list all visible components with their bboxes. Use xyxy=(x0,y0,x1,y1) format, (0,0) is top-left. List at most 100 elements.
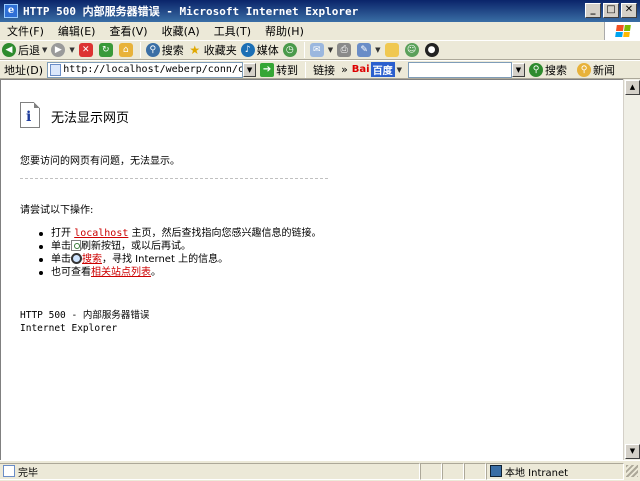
baidu-dropdown-button[interactable]: ▼ xyxy=(512,62,525,77)
list-item: 单击 刷新按钮，或以后再试。 xyxy=(39,240,322,253)
back-label: 后退 xyxy=(18,44,40,57)
forward-arrow-icon: ▶ xyxy=(51,43,66,57)
menu-edit[interactable]: 编辑(E) xyxy=(51,23,103,39)
print-button[interactable]: ⎙ xyxy=(335,41,355,59)
history-button[interactable]: ◷ xyxy=(281,41,301,59)
suggestion-text: 也可查看 xyxy=(51,267,91,278)
list-item: 也可查看相关站点列表。 xyxy=(39,266,322,279)
edit-button[interactable]: ✎ ▼ xyxy=(355,41,382,59)
ie-icon: e xyxy=(4,4,18,18)
mail-icon: ✉ xyxy=(309,43,324,57)
scroll-up-button[interactable]: ▲ xyxy=(625,80,640,95)
toolbar-separator xyxy=(139,42,141,58)
media-label: 媒体 xyxy=(256,44,279,57)
zone-text: 本地 Intranet xyxy=(505,467,569,479)
chevron-down-icon[interactable]: ▼ xyxy=(42,46,47,54)
mail-button[interactable]: ✉ ▼ xyxy=(308,41,335,59)
search-link[interactable]: 搜索 xyxy=(82,254,102,265)
toolbar-separator xyxy=(303,42,305,58)
links-button[interactable]: 链接 xyxy=(309,62,339,78)
error-description: 您要访问的网页有问题，无法显示。 xyxy=(20,156,180,167)
chevron-right-icon[interactable]: » xyxy=(339,63,350,76)
suggestion-list: 打开 localhost 主页，然后查找指向您感兴趣信息的链接。 单击 刷新按钮，… xyxy=(39,227,322,279)
status-text: 完毕 xyxy=(18,467,38,479)
address-field[interactable] xyxy=(47,61,244,78)
go-button[interactable]: 转到 xyxy=(276,62,302,78)
chevron-down-icon[interactable]: ▼ xyxy=(328,46,333,54)
search-icon: ⚲ xyxy=(529,62,543,77)
menu-help[interactable]: 帮助(H) xyxy=(258,23,311,39)
refresh-button[interactable]: ↻ xyxy=(97,41,117,59)
address-bar: 地址(D) ▼ ➔ 转到 链接 » Bai 百度 ▼ ▼ ⚲ 搜索 ⚲ 新闻 xyxy=(0,60,640,79)
baidu-search-button[interactable]: ⚲ 搜索 xyxy=(527,61,569,79)
home-icon: ⌂ xyxy=(118,43,133,57)
refresh-icon: ↻ xyxy=(98,43,113,57)
address-input[interactable] xyxy=(63,64,243,75)
error-code: HTTP 500 - 内部服务器错误 xyxy=(20,310,150,321)
list-item: 打开 localhost 主页，然后查找指向您感兴趣信息的链接。 xyxy=(39,227,322,240)
messenger-button[interactable]: ☺ xyxy=(403,41,423,59)
address-label: 地址(D) xyxy=(4,63,44,77)
menu-view[interactable]: 查看(V) xyxy=(102,23,154,39)
forward-button[interactable]: ▶ ▼ xyxy=(49,41,76,59)
search-icon: ⚲ xyxy=(145,43,160,57)
back-button[interactable]: ◀ 后退 ▼ xyxy=(0,41,49,59)
status-cell xyxy=(464,462,486,480)
favorites-button[interactable]: ★ 收藏夹 xyxy=(186,41,239,59)
vertical-scrollbar[interactable]: ▲ ▼ xyxy=(623,79,640,460)
media-button[interactable]: ♪ 媒体 xyxy=(239,41,281,59)
penguin-icon: ● xyxy=(424,43,439,57)
suggestion-text: 主页，然后查找指向您感兴趣信息的链接。 xyxy=(128,228,322,239)
try-heading: 请尝试以下操作: xyxy=(20,205,94,216)
resize-grip[interactable] xyxy=(626,465,638,477)
suggestion-text: ，寻找 Internet 上的信息。 xyxy=(102,254,229,265)
suggestion-text: 。 xyxy=(151,267,161,278)
search-button[interactable]: ⚲ 搜索 xyxy=(144,41,186,59)
scroll-down-button[interactable]: ▼ xyxy=(625,444,640,459)
status-bar: 完毕 本地 Intranet xyxy=(0,460,640,481)
search-icon xyxy=(71,253,82,264)
address-separator xyxy=(305,61,307,78)
browser-name: Internet Explorer xyxy=(20,323,118,334)
status-cell xyxy=(420,462,442,480)
favorites-label: 收藏夹 xyxy=(203,44,237,57)
zone-cell: 本地 Intranet xyxy=(486,462,624,480)
star-icon: ★ xyxy=(189,43,201,57)
news-button[interactable]: ⚲ 新闻 xyxy=(575,61,617,79)
go-arrow-icon[interactable]: ➔ xyxy=(260,62,275,77)
qq-button[interactable]: ● xyxy=(423,41,443,59)
window-controls: _ □ ✕ xyxy=(585,3,637,18)
list-item: 单击 搜索，寻找 Internet 上的信息。 xyxy=(39,253,322,266)
menu-favorites[interactable]: 收藏(A) xyxy=(155,23,207,39)
close-button[interactable]: ✕ xyxy=(621,3,637,18)
baidu-search-field[interactable] xyxy=(408,61,512,78)
menu-file[interactable]: 文件(F) xyxy=(0,23,51,39)
chevron-down-icon[interactable]: ▼ xyxy=(69,46,74,54)
home-button[interactable]: ⌂ xyxy=(117,41,137,59)
chevron-down-icon[interactable]: ▼ xyxy=(375,46,380,54)
folder-icon xyxy=(384,43,399,57)
maximize-button[interactable]: □ xyxy=(603,3,619,18)
localhost-link[interactable]: localhost xyxy=(74,228,128,239)
baidu-logo-text: Bai xyxy=(351,64,370,75)
window-title: HTTP 500 内部服务器错误 - Microsoft Internet Ex… xyxy=(23,5,359,18)
news-icon: ⚲ xyxy=(577,62,591,77)
stop-button[interactable]: ✕ xyxy=(77,41,97,59)
stop-icon: ✕ xyxy=(78,43,93,57)
chevron-down-icon[interactable]: ▼ xyxy=(397,66,402,74)
baidu-logo-badge: 百度 xyxy=(370,62,395,77)
page-done-icon xyxy=(3,465,15,477)
baidu-search-input[interactable] xyxy=(409,64,511,75)
page-content: i 无法显示网页 您要访问的网页有问题，无法显示。 请尝试以下操作: 打开 lo… xyxy=(0,79,623,460)
related-sites-link[interactable]: 相关站点列表 xyxy=(91,267,151,278)
media-icon: ♪ xyxy=(240,43,255,57)
menu-bar: 文件(F) 编辑(E) 查看(V) 收藏(A) 工具(T) 帮助(H) xyxy=(0,22,640,40)
suggestion-text: 单击 xyxy=(51,254,71,265)
minimize-button[interactable]: _ xyxy=(585,3,601,18)
status-cell xyxy=(442,462,464,480)
suggestion-text: 单击 xyxy=(51,241,71,252)
menu-tools[interactable]: 工具(T) xyxy=(207,23,258,39)
address-dropdown-button[interactable]: ▼ xyxy=(243,62,257,77)
baidu-toolbar-logo[interactable]: Bai 百度 ▼ xyxy=(352,62,402,77)
folder-button[interactable] xyxy=(383,41,403,59)
